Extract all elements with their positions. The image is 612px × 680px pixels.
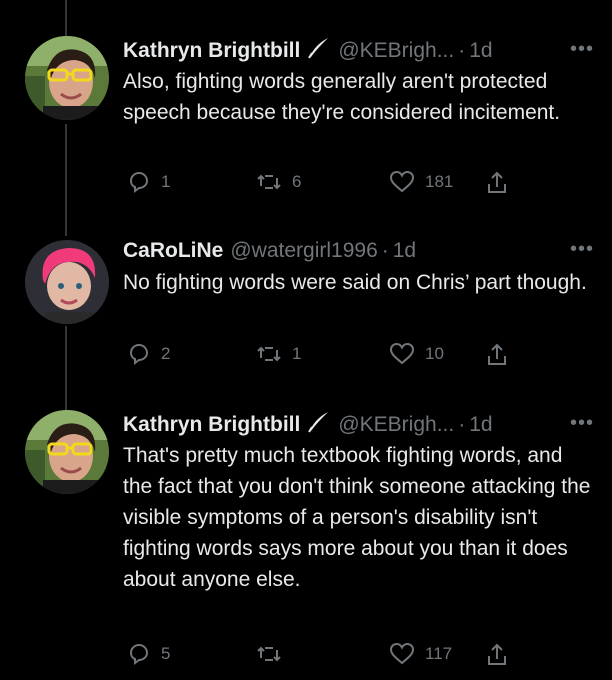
tweet-text: No fighting words were said on Chris’ pa… xyxy=(123,271,587,294)
reply-count: 5 xyxy=(161,644,171,663)
reply-button[interactable]: 2 xyxy=(127,342,170,366)
share-button[interactable] xyxy=(485,342,519,368)
timestamp[interactable]: 1d xyxy=(393,239,416,263)
tweet[interactable]: Kathryn Brightbill @KEBrigh... · 1d ••• … xyxy=(0,410,612,680)
like-count: 10 xyxy=(425,344,444,363)
share-icon xyxy=(488,343,506,365)
action-bar: 2 1 10 xyxy=(123,342,593,372)
retweet-icon xyxy=(257,346,281,362)
avatar[interactable] xyxy=(25,240,109,324)
retweet-button[interactable]: 1 xyxy=(256,342,301,366)
tweet-text: Also, fighting words generally aren't pr… xyxy=(123,70,561,124)
more-options-icon[interactable]: ••• xyxy=(570,412,594,435)
retweet-count: 1 xyxy=(292,344,302,363)
separator: · xyxy=(381,239,389,262)
share-icon xyxy=(488,171,506,193)
action-bar: 5 117 xyxy=(123,642,593,672)
avatar[interactable] xyxy=(25,410,109,494)
author-handle[interactable]: @KEBrigh... xyxy=(338,413,454,437)
tweet-text: That's pretty much textbook fighting wor… xyxy=(123,444,591,591)
reply-icon xyxy=(129,643,149,665)
reply-count: 2 xyxy=(161,344,171,363)
separator: · xyxy=(458,413,466,436)
more-options-icon[interactable]: ••• xyxy=(570,238,594,261)
retweet-count: 6 xyxy=(292,172,302,191)
more-options-icon[interactable]: ••• xyxy=(570,38,594,61)
separator: · xyxy=(458,39,466,62)
heart-icon xyxy=(389,170,415,193)
heart-icon xyxy=(389,642,415,665)
author-name[interactable]: Kathryn Brightbill xyxy=(123,39,300,63)
tweet[interactable]: CaRoLiNe @watergirl1996 · 1d ••• No figh… xyxy=(0,236,612,406)
like-count: 181 xyxy=(425,172,454,191)
quill-icon xyxy=(306,410,330,440)
reply-count: 1 xyxy=(161,172,171,191)
reply-button[interactable]: 5 xyxy=(127,642,170,666)
share-button[interactable] xyxy=(485,642,519,668)
author-handle[interactable]: @KEBrigh... xyxy=(338,39,454,63)
like-count: 117 xyxy=(425,644,453,663)
quill-icon xyxy=(306,36,330,66)
retweet-icon xyxy=(257,174,281,190)
avatar[interactable] xyxy=(25,36,109,120)
timestamp[interactable]: 1d xyxy=(469,413,492,437)
reply-icon xyxy=(129,343,149,365)
heart-icon xyxy=(389,342,415,365)
reply-icon xyxy=(129,171,149,193)
reply-button[interactable]: 1 xyxy=(127,170,170,194)
thread-line-top xyxy=(65,0,67,36)
share-button[interactable] xyxy=(485,170,519,196)
tweet[interactable]: Kathryn Brightbill @KEBrigh... · 1d ••• … xyxy=(0,36,612,216)
author-handle[interactable]: @watergirl1996 xyxy=(230,239,377,263)
action-bar: 1 6 181 xyxy=(123,170,593,200)
share-icon xyxy=(488,643,506,665)
like-button[interactable]: 10 xyxy=(389,342,444,366)
like-button[interactable]: 117 xyxy=(389,642,452,666)
like-button[interactable]: 181 xyxy=(389,170,453,194)
author-name[interactable]: Kathryn Brightbill xyxy=(123,413,300,437)
timestamp[interactable]: 1d xyxy=(469,39,492,63)
retweet-button[interactable] xyxy=(256,642,292,666)
retweet-icon xyxy=(257,646,281,662)
author-name[interactable]: CaRoLiNe xyxy=(123,239,223,263)
retweet-button[interactable]: 6 xyxy=(256,170,301,194)
